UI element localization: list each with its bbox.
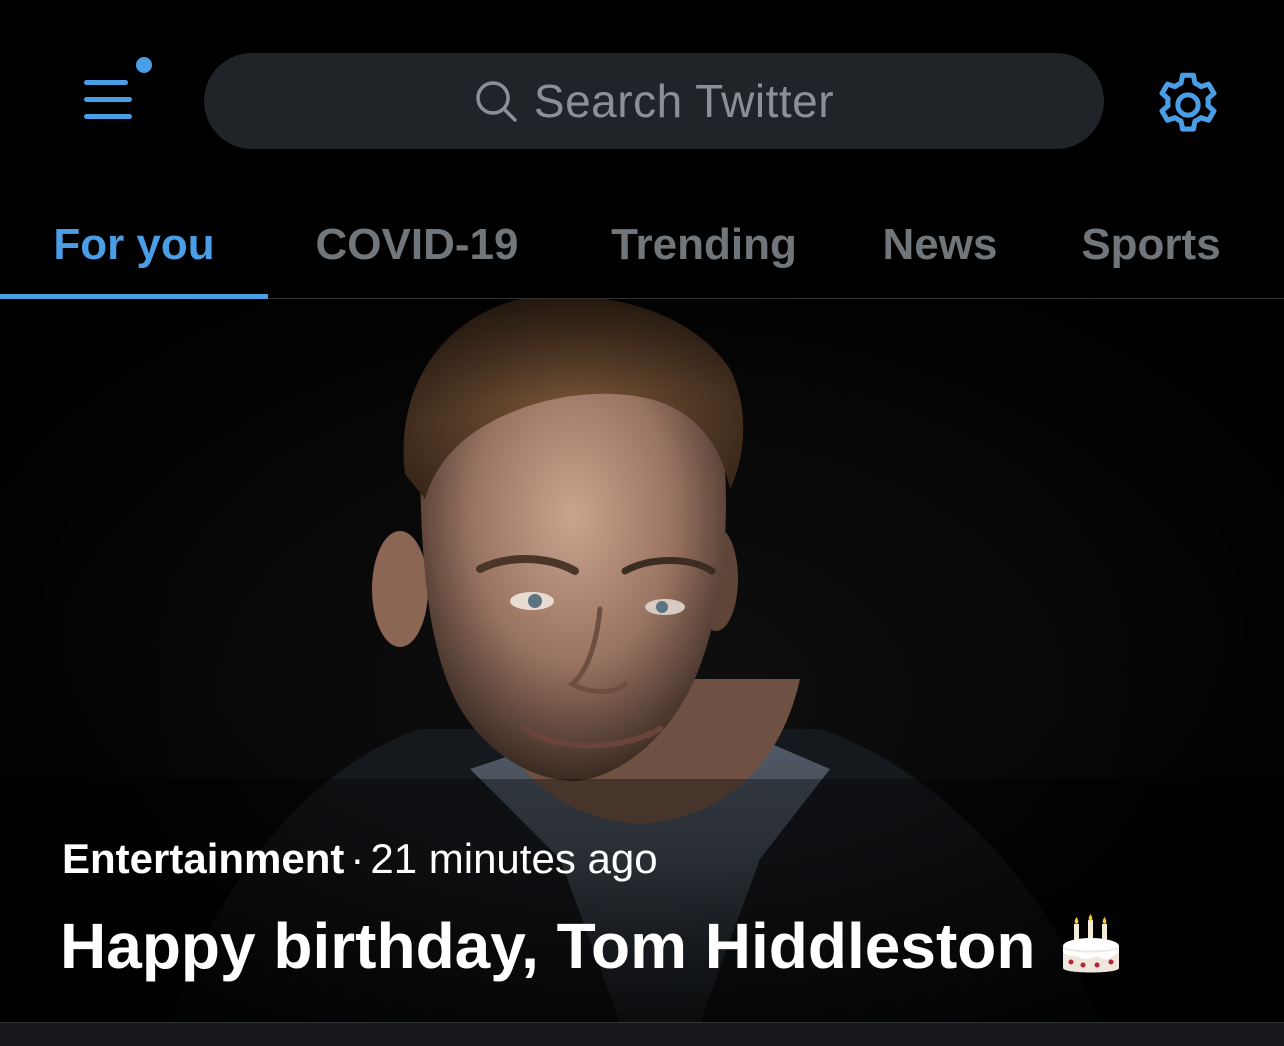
tab-covid-19[interactable]: COVID-19 [278,190,556,299]
search-icon [474,78,520,124]
tab-for-you[interactable]: For you [0,190,268,299]
trend-category: Entertainment [62,835,345,882]
hero-trend-card[interactable]: Entertainment · 21 minutes ago Happy birth… [0,299,1284,1022]
tab-trending[interactable]: Trending [582,190,826,299]
birthday-cake-icon [1063,914,1120,973]
tab-label: For you [53,219,215,269]
settings-button[interactable] [1150,67,1226,143]
trend-timestamp: 21 minutes ago [370,835,658,882]
explore-screen: Search Twitter For you COVID-19 Trending… [0,0,1284,1046]
tab-news[interactable]: News [852,190,1028,299]
menu-button[interactable] [70,52,160,142]
search-placeholder: Search Twitter [533,75,835,127]
hamburger-menu-icon [84,57,152,119]
explore-tabs: For you COVID-19 Trending News Sports [0,190,1284,299]
tab-label: News [882,219,998,269]
search-bar[interactable]: Search Twitter [204,53,1104,149]
notification-dot [136,57,152,73]
gear-icon [1159,72,1217,132]
tab-sports[interactable]: Sports [1056,190,1246,299]
tab-label: Trending [611,219,797,269]
trend-headline: Happy birthday, Tom Hiddleston [60,909,1123,983]
next-section-edge [0,1022,1284,1046]
top-bar: Search Twitter [0,0,1284,190]
trend-meta: Entertainment · 21 minutes ago [62,835,658,883]
tab-label: COVID-19 [315,219,519,269]
trend-title-text: Happy birthday, Tom Hiddleston [60,910,1036,982]
meta-separator: · [350,835,365,882]
tab-label: Sports [1081,219,1221,269]
